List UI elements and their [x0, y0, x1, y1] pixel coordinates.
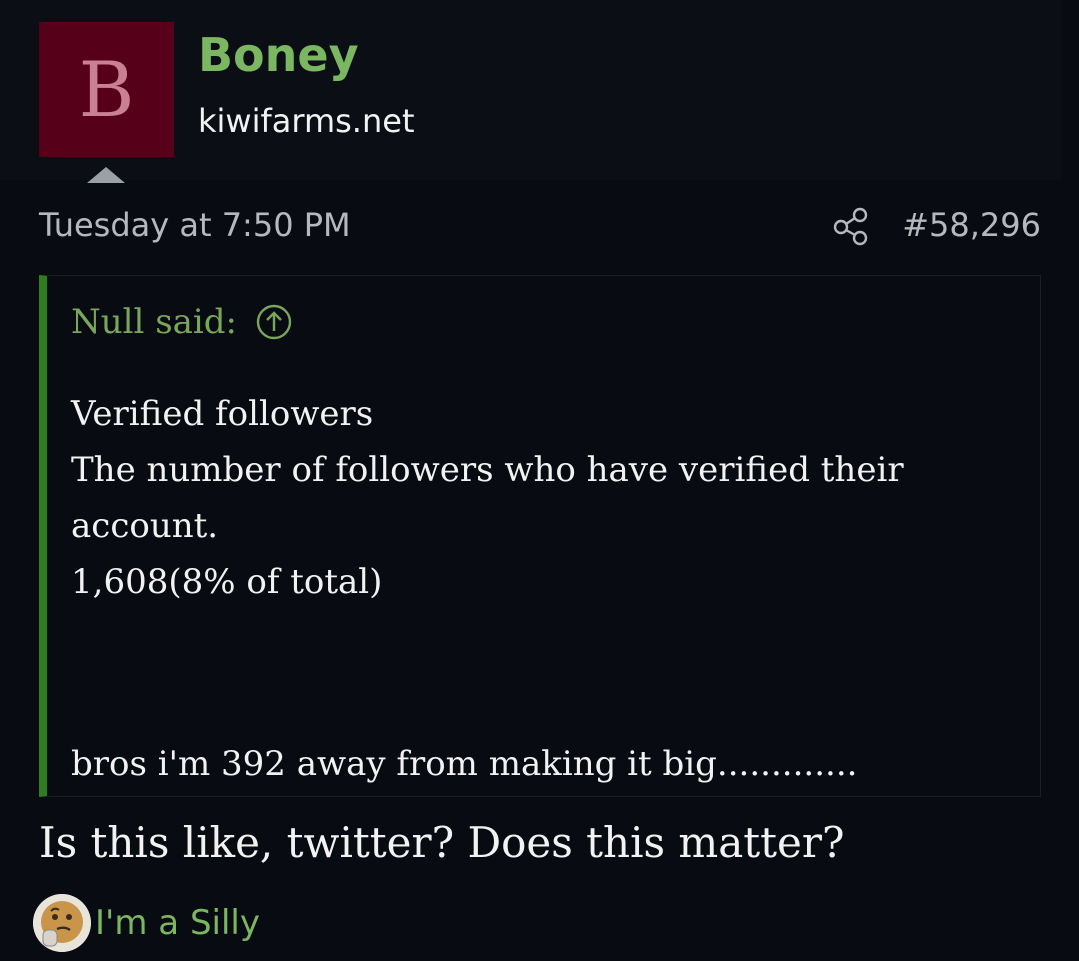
caret-up-icon	[87, 167, 125, 183]
quote-line: The number of followers who have verifie…	[71, 450, 904, 490]
reaction-label[interactable]: I'm a Silly	[95, 903, 260, 943]
post-user-header: B Boney kiwifarms.net	[0, 0, 1062, 183]
avatar[interactable]: B	[39, 22, 174, 157]
post-message: Is this like, twitter? Does this matter?	[39, 818, 845, 867]
quote-line: account.	[71, 506, 219, 546]
quote-line: Verified followers	[71, 394, 374, 434]
thinking-face-icon[interactable]	[33, 894, 91, 952]
username-link[interactable]: Boney	[198, 30, 359, 81]
quote-line: 1,608(8% of total)	[71, 562, 383, 602]
user-site: kiwifarms.net	[198, 102, 415, 140]
quote-author-label[interactable]: Null said:	[71, 302, 237, 342]
quote-attribution[interactable]: Null said:	[71, 302, 293, 342]
arrow-up-circle-icon[interactable]	[255, 303, 293, 341]
reaction-summary[interactable]: I'm a Silly	[33, 892, 260, 954]
forum-post: B Boney kiwifarms.net Tuesday at 7:50 PM…	[0, 0, 1079, 961]
quote-line: bros i'm 392 away from making it big....…	[71, 744, 858, 784]
quote-body: Verified followers The number of followe…	[71, 386, 1011, 792]
quote-spacer	[71, 610, 1011, 736]
quote-block: Null said: Verified followers The number…	[39, 275, 1041, 797]
share-icon[interactable]	[832, 206, 870, 246]
post-number-link[interactable]: #58,296	[902, 206, 1041, 244]
post-timestamp[interactable]: Tuesday at 7:50 PM	[39, 206, 351, 244]
